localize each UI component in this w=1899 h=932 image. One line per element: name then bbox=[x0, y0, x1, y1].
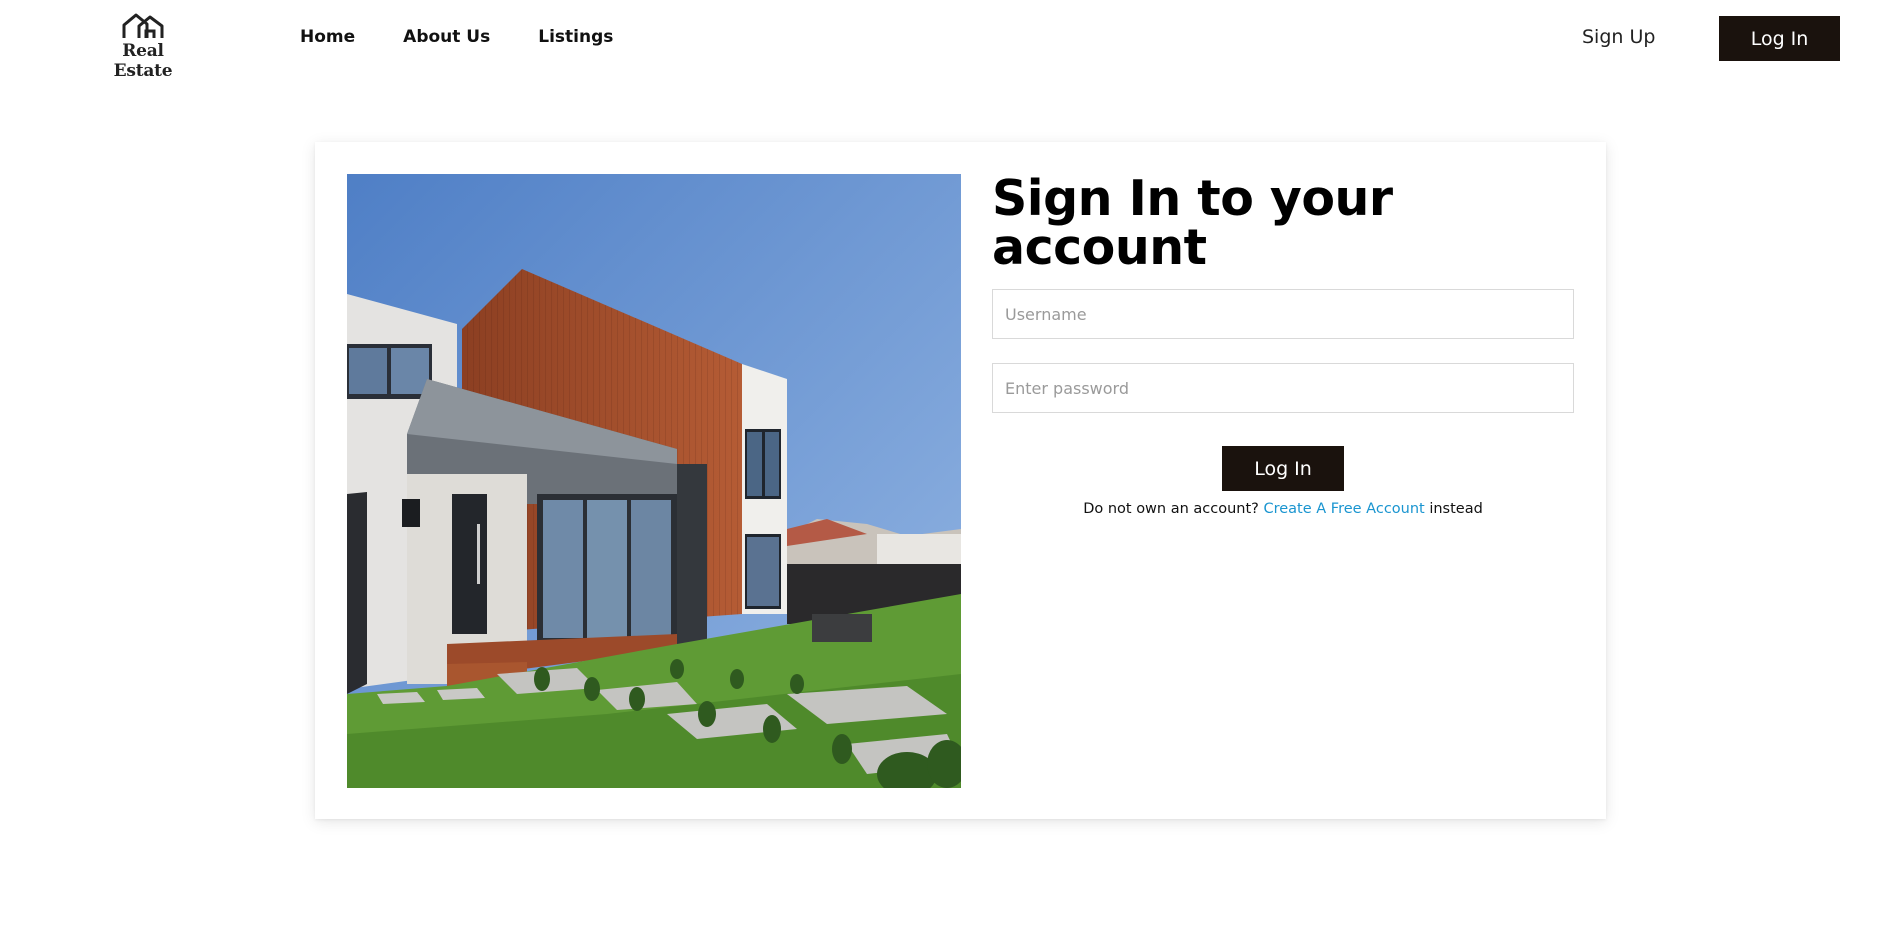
username-input[interactable] bbox=[992, 289, 1574, 339]
login-form: Sign In to your account Log In Do not ow… bbox=[992, 174, 1574, 517]
site-logo[interactable]: Real Estate bbox=[96, 12, 190, 81]
house-icon bbox=[122, 13, 164, 38]
form-title: Sign In to your account bbox=[992, 170, 1393, 276]
site-header: Real Estate Home About Us Listings Sign … bbox=[0, 0, 1899, 81]
login-card: Sign In to your account Log In Do not ow… bbox=[315, 142, 1606, 819]
house-photo bbox=[347, 174, 961, 788]
header-signup-link[interactable]: Sign Up bbox=[1582, 26, 1655, 48]
login-submit-button[interactable]: Log In bbox=[1222, 446, 1344, 491]
nav-about-us[interactable]: About Us bbox=[403, 27, 490, 47]
signup-prompt: Do not own an account? Create A Free Acc… bbox=[992, 501, 1574, 517]
header-login-button[interactable]: Log In bbox=[1719, 16, 1840, 61]
create-account-link[interactable]: Create A Free Account bbox=[1263, 501, 1424, 517]
logo-text: Real Estate bbox=[113, 41, 173, 81]
nav-listings[interactable]: Listings bbox=[538, 27, 613, 47]
signup-prompt-after: instead bbox=[1424, 501, 1483, 517]
password-input[interactable] bbox=[992, 363, 1574, 413]
signup-prompt-before: Do not own an account? bbox=[1083, 501, 1264, 517]
main-nav: Home About Us Listings bbox=[300, 27, 661, 47]
nav-home[interactable]: Home bbox=[300, 27, 355, 47]
